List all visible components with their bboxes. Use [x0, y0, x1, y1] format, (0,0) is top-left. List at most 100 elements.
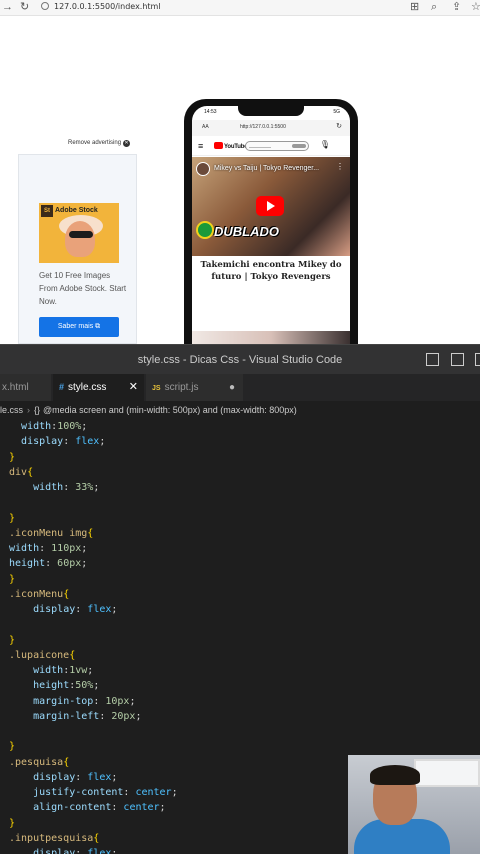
tab-script-js[interactable]: JS script.js ●	[146, 374, 244, 401]
code-line[interactable]: }	[9, 633, 15, 648]
code-line[interactable]: .iconMenu{	[9, 587, 69, 602]
code-token: .iconMenu img	[9, 527, 88, 539]
code-line[interactable]: justify-content: center;	[9, 785, 178, 800]
breadcrumb-rule[interactable]: @media screen and (min-width: 500px) and…	[43, 405, 297, 415]
web-page: Remove advertising ✕ St Adobe Stock Get 10…	[0, 16, 480, 344]
video-thumbnail[interactable]: Mikey vs Taiju | Tokyo Revenger... ⋮ DUB…	[192, 157, 350, 256]
code-line[interactable]: div{	[9, 465, 33, 480]
code-token: ;	[99, 436, 106, 448]
more-options-icon[interactable]: ⋮	[336, 162, 344, 171]
code-line[interactable]: .iconMenu img{	[9, 526, 93, 541]
code-line[interactable]: width:100%;	[9, 419, 87, 434]
code-token: ;	[93, 482, 100, 493]
code-token: :	[93, 695, 106, 707]
code-token: :	[99, 710, 112, 722]
ad-cta-button[interactable]: Saber mais ⧉	[39, 317, 119, 337]
code-token: height	[33, 680, 70, 692]
code-line[interactable]: display: flex;	[9, 770, 117, 785]
code-token: div	[9, 466, 28, 478]
breadcrumb-file[interactable]: le.css	[0, 405, 23, 415]
code-line[interactable]: }	[9, 739, 15, 754]
code-line[interactable]: }	[9, 450, 15, 465]
phone-time: 14:53	[204, 109, 217, 115]
braces-icon: {}	[34, 405, 41, 415]
close-tab-icon[interactable]: ✕	[129, 374, 138, 401]
code-token: ;	[129, 695, 136, 707]
code-line[interactable]: width: 33%;	[9, 480, 99, 495]
phone-notch	[238, 106, 304, 116]
code-line[interactable]: }	[9, 816, 15, 831]
search-field[interactable]	[249, 144, 271, 148]
tab-label: style.css	[68, 382, 107, 393]
remove-ad-label: Remove advertising	[68, 140, 122, 146]
code-token: }	[9, 451, 16, 463]
hamburger-menu-icon[interactable]: ≡	[198, 142, 203, 151]
ad-model-face	[65, 221, 95, 257]
code-token: ;	[81, 543, 88, 554]
code-token: {	[69, 649, 76, 661]
youtube-search-input[interactable]	[245, 141, 309, 151]
code-token: flex	[87, 848, 112, 854]
code-token: margin-top	[33, 695, 94, 707]
code-token: 100%	[57, 421, 82, 432]
code-line[interactable]: .inputpesquisa{	[9, 831, 99, 846]
code-token: display	[33, 848, 76, 854]
toggle-panel-icon[interactable]	[451, 353, 464, 366]
ad-brand-name: Adobe Stock	[55, 207, 98, 214]
video-caption: Takemichi encontra Mikey do futuro | Tok…	[200, 260, 342, 282]
code-line[interactable]: height:50%;	[9, 678, 99, 693]
code-line[interactable]: width: 110px;	[9, 541, 87, 556]
code-token: flex	[75, 436, 100, 448]
next-video-thumbnail[interactable]	[192, 331, 350, 344]
code-line[interactable]: align-content: center;	[9, 800, 165, 815]
tab-style-css[interactable]: # style.css ✕	[53, 374, 145, 401]
code-line[interactable]: .pesquisa{	[9, 755, 69, 770]
phone-reload-icon[interactable]: ↻	[336, 122, 342, 130]
code-token: width	[33, 665, 64, 676]
bookmark-icon[interactable]: ☆	[471, 0, 480, 14]
share-icon[interactable]: ⇪	[452, 0, 461, 14]
ad-card[interactable]: St Adobe Stock Get 10 Free Images From Ad…	[18, 154, 137, 344]
code-token: center	[123, 802, 160, 814]
toggle-sidebar-icon[interactable]	[426, 353, 439, 366]
unsaved-dot-icon[interactable]: ●	[229, 374, 235, 401]
remove-ad-link[interactable]: Remove advertising ✕	[68, 140, 131, 147]
code-line[interactable]: display: flex;	[9, 602, 117, 617]
editor-tabs: x.html # style.css ✕ JS script.js ●	[0, 374, 480, 401]
tab-html[interactable]: x.html	[0, 374, 52, 401]
phone-address-bar[interactable]: AA http://127.0.0.1:5500 ↻	[192, 120, 350, 136]
code-token: {	[87, 527, 94, 539]
phone-aa-button[interactable]: AA	[202, 124, 209, 130]
code-token: display	[33, 771, 76, 783]
code-line[interactable]: width:1vw;	[9, 663, 93, 678]
code-line[interactable]: }	[9, 511, 15, 526]
youtube-logo[interactable]: YouTube	[214, 142, 248, 151]
code-token: :	[111, 802, 124, 814]
code-token: :	[45, 558, 58, 570]
code-line[interactable]: height: 60px;	[9, 556, 87, 571]
search-button[interactable]	[292, 144, 306, 148]
code-line[interactable]: display: flex;	[9, 434, 105, 449]
code-line[interactable]: display: flex;	[9, 846, 117, 854]
address-bar[interactable]: 127.0.0.1:5500/index.html	[36, 0, 396, 14]
microphone-icon[interactable]: 🎙	[320, 140, 330, 149]
code-token: width	[33, 482, 64, 493]
code-line[interactable]: }	[9, 572, 15, 587]
code-line[interactable]: margin-left: 20px;	[9, 709, 141, 724]
reload-icon[interactable]: ↻	[20, 0, 29, 14]
code-token: center	[135, 787, 172, 798]
toggle-secondary-sidebar-icon[interactable]	[475, 353, 480, 366]
forward-arrow-icon[interactable]: →	[2, 0, 13, 14]
code-token: {	[93, 832, 100, 844]
code-line[interactable]: .lupaicone{	[9, 648, 75, 663]
code-token: {	[63, 588, 70, 600]
play-button-icon[interactable]	[256, 196, 284, 216]
translate-icon[interactable]: ⊞	[410, 0, 419, 14]
code-token: }	[9, 634, 16, 646]
zoom-icon[interactable]: ⌕	[431, 0, 437, 14]
close-icon[interactable]: ✕	[123, 140, 131, 147]
channel-avatar	[196, 162, 210, 176]
code-token: 60px	[57, 558, 82, 570]
code-line[interactable]: margin-top: 10px;	[9, 694, 135, 709]
